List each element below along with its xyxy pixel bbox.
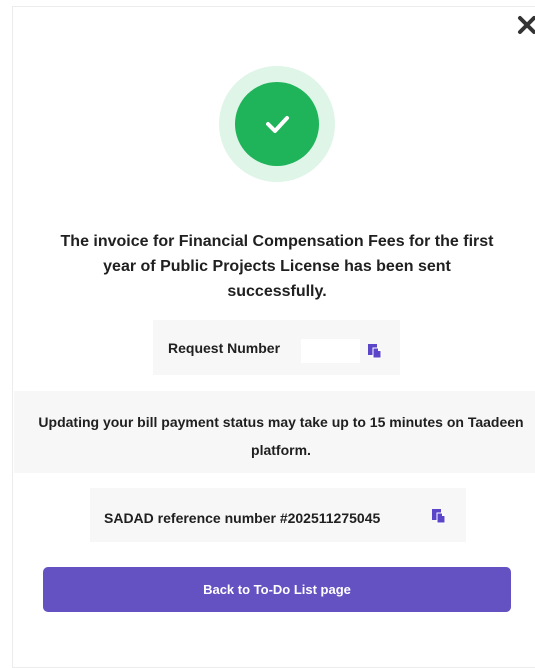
back-to-todo-button[interactable]: Back to To-Do List page — [43, 567, 511, 612]
sadad-reference-box: SADAD reference number #202511275045 — [90, 488, 466, 542]
payment-status-notice: Updating your bill payment status may ta… — [14, 391, 535, 473]
check-icon — [235, 82, 319, 166]
sadad-reference-text: SADAD reference number #202511275045 — [104, 510, 381, 526]
request-number-value — [301, 339, 360, 363]
request-number-box: Request Number — [153, 320, 400, 375]
success-message: The invoice for Financial Compensation F… — [60, 233, 494, 300]
request-number-label: Request Number — [168, 340, 281, 356]
close-icon[interactable] — [516, 14, 535, 36]
success-badge — [219, 66, 335, 182]
notice-text: Updating your bill payment status may ta… — [38, 414, 524, 458]
copy-icon[interactable] — [431, 508, 447, 529]
copy-icon[interactable] — [367, 343, 383, 364]
